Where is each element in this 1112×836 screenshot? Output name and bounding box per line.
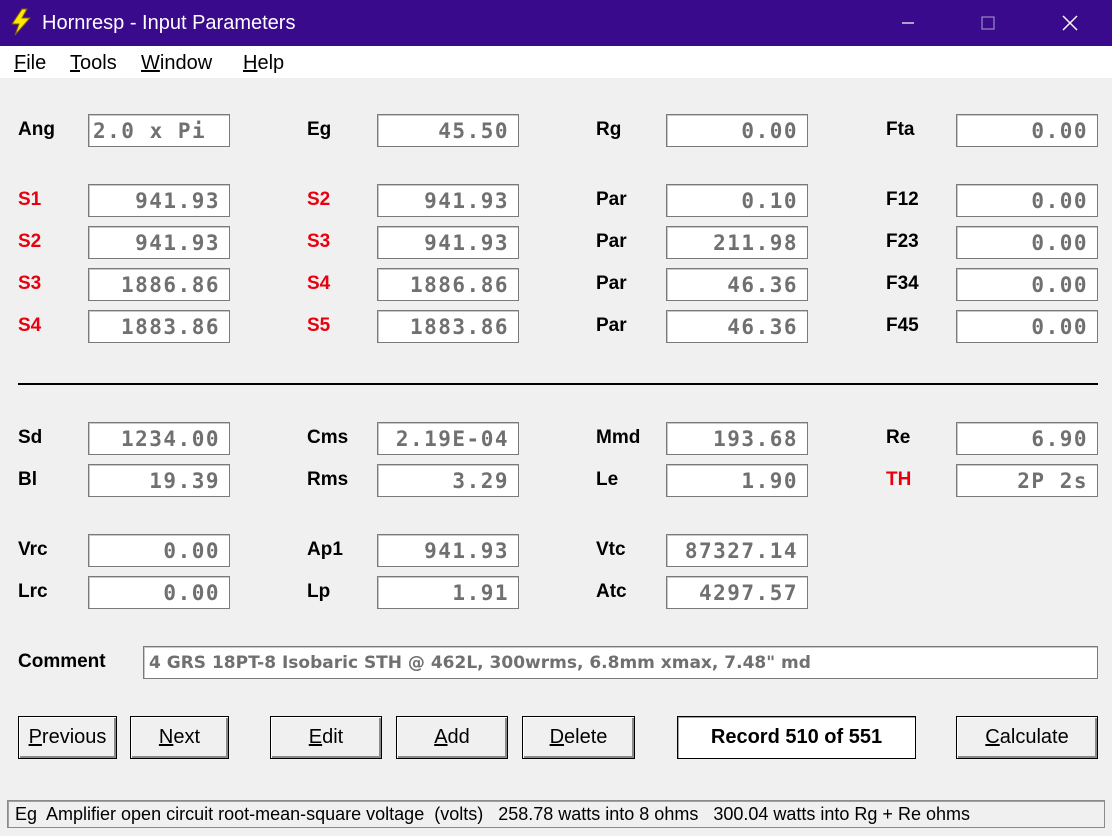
s2-label: S2 xyxy=(307,189,331,210)
menu-file[interactable]: File xyxy=(14,52,46,75)
maximize-icon xyxy=(981,16,995,30)
comment-field[interactable]: 4 GRS 18PT-8 Isobaric STH @ 462L, 300wrm… xyxy=(143,646,1098,679)
atc-field[interactable]: 4297.57 xyxy=(666,576,808,609)
ap1-field[interactable]: 941.93 xyxy=(377,534,519,567)
s4-field[interactable]: 1886.86 xyxy=(377,268,519,301)
s3-row3-field[interactable]: 1886.86 xyxy=(88,268,230,301)
record-indicator: Record 510 of 551 xyxy=(677,716,916,759)
vtc-label: Vtc xyxy=(596,539,626,560)
rg-label: Rg xyxy=(596,119,622,140)
rms-field[interactable]: 3.29 xyxy=(377,464,519,497)
par4-label: Par xyxy=(596,315,627,336)
lrc-field[interactable]: 0.00 xyxy=(88,576,230,609)
bl-field[interactable]: 19.39 xyxy=(88,464,230,497)
next-button[interactable]: Next xyxy=(130,716,229,759)
minimize-icon xyxy=(902,22,914,24)
close-button[interactable] xyxy=(1030,0,1110,46)
s3-field[interactable]: 941.93 xyxy=(377,226,519,259)
s2-row2-field[interactable]: 941.93 xyxy=(88,226,230,259)
re-field[interactable]: 6.90 xyxy=(956,422,1098,455)
s2-field[interactable]: 941.93 xyxy=(377,184,519,217)
vrc-label: Vrc xyxy=(18,539,48,560)
vrc-field[interactable]: 0.00 xyxy=(88,534,230,567)
menu-tools[interactable]: Tools xyxy=(70,52,117,75)
lightning-bolt-icon xyxy=(11,8,32,36)
f34-field[interactable]: 0.00 xyxy=(956,268,1098,301)
par4-field[interactable]: 46.36 xyxy=(666,310,808,343)
status-text: Eg Amplifier open circuit root-mean-squa… xyxy=(7,800,1105,828)
previous-button[interactable]: Previous xyxy=(18,716,117,759)
s4-row4-label: S4 xyxy=(18,315,42,336)
par2-field[interactable]: 211.98 xyxy=(666,226,808,259)
par1-field[interactable]: 0.10 xyxy=(666,184,808,217)
sd-label: Sd xyxy=(18,427,43,448)
par3-field[interactable]: 46.36 xyxy=(666,268,808,301)
par3-label: Par xyxy=(596,273,627,294)
title-bar[interactable]: Hornresp - Input Parameters xyxy=(0,0,1112,46)
s5-label: S5 xyxy=(307,315,331,336)
cms-label: Cms xyxy=(307,427,349,448)
rms-label: Rms xyxy=(307,469,349,490)
menu-window[interactable]: Window xyxy=(141,52,212,75)
s2-row2-label: S2 xyxy=(18,231,42,252)
f34-label: F34 xyxy=(886,273,919,294)
s4-label: S4 xyxy=(307,273,331,294)
ap1-label: Ap1 xyxy=(307,539,343,560)
ang-label: Ang xyxy=(18,119,55,140)
fta-label: Fta xyxy=(886,119,915,140)
eg-label: Eg xyxy=(307,119,332,140)
par2-label: Par xyxy=(596,231,627,252)
f45-label: F45 xyxy=(886,315,919,336)
menu-help[interactable]: Help xyxy=(243,52,284,75)
close-icon xyxy=(1062,15,1078,31)
s3-label: S3 xyxy=(307,231,331,252)
mmd-label: Mmd xyxy=(596,427,641,448)
s4-row4-field[interactable]: 1883.86 xyxy=(88,310,230,343)
th-label: TH xyxy=(886,469,912,490)
vtc-field[interactable]: 87327.14 xyxy=(666,534,808,567)
menu-bar: File Tools Window Help xyxy=(0,46,1112,78)
delete-button[interactable]: Delete xyxy=(522,716,635,759)
add-button[interactable]: Add xyxy=(396,716,508,759)
s3-row3-label: S3 xyxy=(18,273,42,294)
lrc-label: Lrc xyxy=(18,581,48,602)
f12-label: F12 xyxy=(886,189,919,210)
ang-field[interactable]: 2.0 x Pi xyxy=(88,114,230,147)
sd-field[interactable]: 1234.00 xyxy=(88,422,230,455)
f12-field[interactable]: 0.00 xyxy=(956,184,1098,217)
le-field[interactable]: 1.90 xyxy=(666,464,808,497)
s1-label: S1 xyxy=(18,189,42,210)
calculate-button[interactable]: Calculate xyxy=(956,716,1098,759)
th-field[interactable]: 2P 2s xyxy=(956,464,1098,497)
cms-field[interactable]: 2.19E-04 xyxy=(377,422,519,455)
bl-label: Bl xyxy=(18,469,37,490)
re-label: Re xyxy=(886,427,911,448)
rg-field[interactable]: 0.00 xyxy=(666,114,808,147)
status-bar: Eg Amplifier open circuit root-mean-squa… xyxy=(0,794,1112,836)
f45-field[interactable]: 0.00 xyxy=(956,310,1098,343)
s1-field[interactable]: 941.93 xyxy=(88,184,230,217)
window-title: Hornresp - Input Parameters xyxy=(42,12,296,34)
minimize-button[interactable] xyxy=(868,0,948,46)
f23-field[interactable]: 0.00 xyxy=(956,226,1098,259)
fta-field[interactable]: 0.00 xyxy=(956,114,1098,147)
lp-label: Lp xyxy=(307,581,331,602)
atc-label: Atc xyxy=(596,581,627,602)
maximize-button[interactable] xyxy=(948,0,1028,46)
edit-button[interactable]: Edit xyxy=(270,716,382,759)
le-label: Le xyxy=(596,469,619,490)
par1-label: Par xyxy=(596,189,627,210)
eg-field[interactable]: 45.50 xyxy=(377,114,519,147)
f23-label: F23 xyxy=(886,231,919,252)
mmd-field[interactable]: 193.68 xyxy=(666,422,808,455)
section-divider xyxy=(18,383,1098,385)
s5-field[interactable]: 1883.86 xyxy=(377,310,519,343)
lp-field[interactable]: 1.91 xyxy=(377,576,519,609)
comment-label: Comment xyxy=(18,651,106,672)
